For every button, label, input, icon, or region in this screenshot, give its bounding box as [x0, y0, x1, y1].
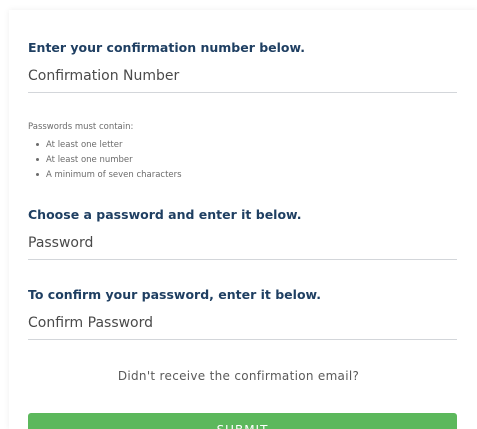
- password-heading: Choose a password and enter it below.: [28, 207, 302, 222]
- submit-button[interactable]: SUBMIT: [28, 413, 457, 429]
- confirm-password-input[interactable]: [28, 307, 457, 340]
- confirm-password-heading: To confirm your password, enter it below…: [28, 287, 322, 302]
- bullet-icon: [36, 143, 39, 146]
- bullet-icon: [36, 173, 39, 176]
- password-input[interactable]: [28, 227, 457, 260]
- password-rule-item: A minimum of seven characters: [36, 168, 182, 183]
- password-rules-title: Passwords must contain:: [28, 122, 134, 132]
- resend-confirmation-link[interactable]: Didn't receive the confirmation email?: [0, 369, 477, 383]
- bullet-icon: [36, 158, 39, 161]
- confirmation-heading: Enter your confirmation number below.: [28, 40, 306, 55]
- password-rules-list: At least one letter At least one number …: [36, 138, 182, 183]
- confirmation-number-input[interactable]: [28, 60, 457, 93]
- password-rule-item: At least one number: [36, 153, 182, 168]
- password-rule-item: At least one letter: [36, 138, 182, 153]
